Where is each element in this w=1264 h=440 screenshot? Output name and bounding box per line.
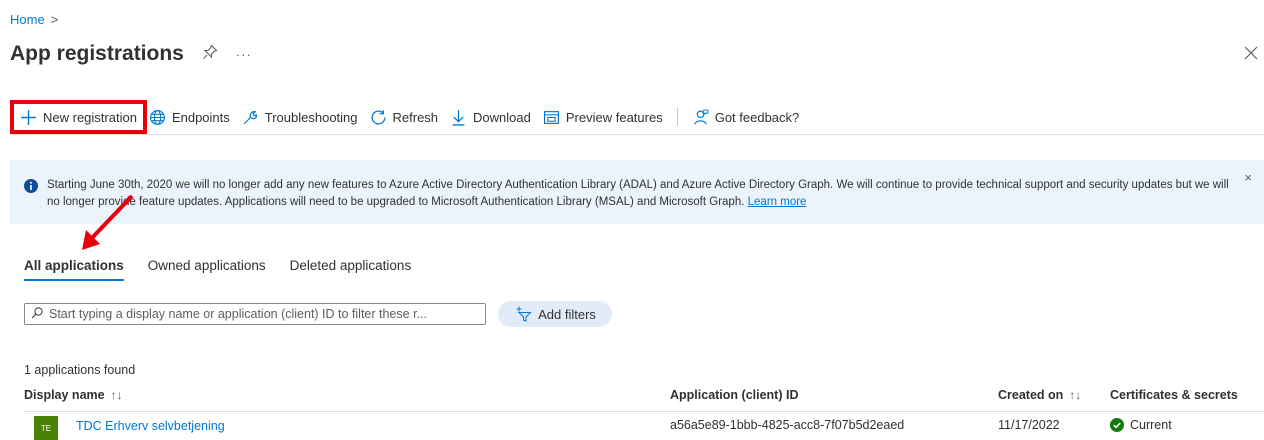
- info-icon: [24, 179, 38, 198]
- breadcrumb: Home >: [10, 12, 58, 27]
- pin-icon[interactable]: [202, 44, 218, 65]
- search-input[interactable]: [49, 307, 469, 321]
- toolbar-separator: [10, 134, 1264, 135]
- sort-icon[interactable]: ↑↓: [111, 388, 123, 402]
- tab-deleted-applications[interactable]: Deleted applications: [290, 258, 412, 281]
- preview-features-button[interactable]: Preview features: [537, 104, 669, 130]
- got-feedback-label: Got feedback?: [714, 109, 800, 125]
- preview-features-icon: [543, 110, 559, 124]
- column-label: Application (client) ID: [670, 388, 799, 402]
- got-feedback-button[interactable]: Got feedback?: [686, 104, 806, 130]
- download-button[interactable]: Download: [444, 104, 537, 130]
- sort-icon[interactable]: ↑↓: [1069, 388, 1081, 402]
- refresh-button[interactable]: Refresh: [364, 104, 445, 130]
- globe-icon: [149, 109, 165, 125]
- app-display-name-link[interactable]: TDC Erhverv selvbetjening: [76, 419, 225, 433]
- breadcrumb-home-link[interactable]: Home: [10, 12, 45, 27]
- new-registration-button[interactable]: New registration: [10, 100, 147, 134]
- certificates-status-label: Current: [1130, 418, 1172, 432]
- close-icon[interactable]: [1244, 44, 1258, 65]
- endpoints-label: Endpoints: [171, 109, 230, 125]
- application-tabs: All applications Owned applications Dele…: [24, 258, 411, 281]
- add-filters-button[interactable]: Add filters: [498, 301, 612, 327]
- banner-text: Starting June 30th, 2020 we will no long…: [47, 179, 1229, 208]
- column-label: Certificates & secrets: [1110, 388, 1238, 402]
- app-created-on: 11/17/2022: [998, 418, 1060, 432]
- app-avatar: TE: [34, 416, 58, 440]
- column-header-display-name[interactable]: Display name ↑↓: [24, 388, 123, 402]
- banner-close-icon[interactable]: ×: [1244, 170, 1252, 185]
- new-registration-label: New registration: [43, 109, 137, 125]
- column-header-created-on[interactable]: Created on ↑↓: [998, 388, 1081, 402]
- certificates-status: Current: [1110, 418, 1172, 432]
- add-filters-label: Add filters: [538, 306, 596, 322]
- download-label: Download: [473, 109, 531, 125]
- wrench-icon: [243, 110, 257, 124]
- check-circle-icon: [1110, 418, 1124, 432]
- column-label: Display name: [24, 388, 105, 402]
- refresh-label: Refresh: [392, 109, 439, 125]
- tab-all-applications[interactable]: All applications: [24, 258, 124, 281]
- breadcrumb-separator: >: [50, 12, 59, 27]
- troubleshooting-label: Troubleshooting: [264, 109, 358, 125]
- column-header-client-id: Application (client) ID: [670, 388, 798, 402]
- search-icon: [31, 306, 43, 322]
- page-header: App registrations ···: [10, 42, 252, 66]
- refresh-icon: [371, 109, 386, 124]
- annotation-arrow: [82, 194, 134, 250]
- learn-more-link[interactable]: Learn more: [748, 196, 807, 208]
- troubleshooting-button[interactable]: Troubleshooting: [236, 104, 364, 130]
- app-client-id: a56a5e89-1bbb-4825-acc8-7f07b5d2eaed: [670, 418, 905, 432]
- tab-owned-applications[interactable]: Owned applications: [148, 258, 266, 281]
- page-title: App registrations: [10, 42, 184, 65]
- info-banner: Starting June 30th, 2020 we will no long…: [10, 160, 1264, 224]
- banner-message: Starting June 30th, 2020 we will no long…: [47, 160, 1237, 211]
- command-bar: New registration Endpoints Troubleshooti…: [10, 100, 806, 134]
- toolbar-divider: [676, 108, 678, 126]
- column-header-certificates: Certificates & secrets: [1110, 388, 1238, 402]
- download-icon: [452, 109, 465, 126]
- more-options-icon[interactable]: ···: [236, 47, 252, 62]
- endpoints-button[interactable]: Endpoints: [143, 104, 236, 130]
- add-filter-icon: [516, 306, 532, 322]
- results-count: 1 applications found: [24, 363, 136, 377]
- table-header-divider: [24, 411, 1264, 412]
- feedback-icon: [693, 109, 709, 125]
- column-label: Created on: [998, 388, 1064, 402]
- preview-features-label: Preview features: [565, 109, 663, 125]
- plus-icon: [21, 109, 36, 125]
- search-box: [24, 303, 486, 325]
